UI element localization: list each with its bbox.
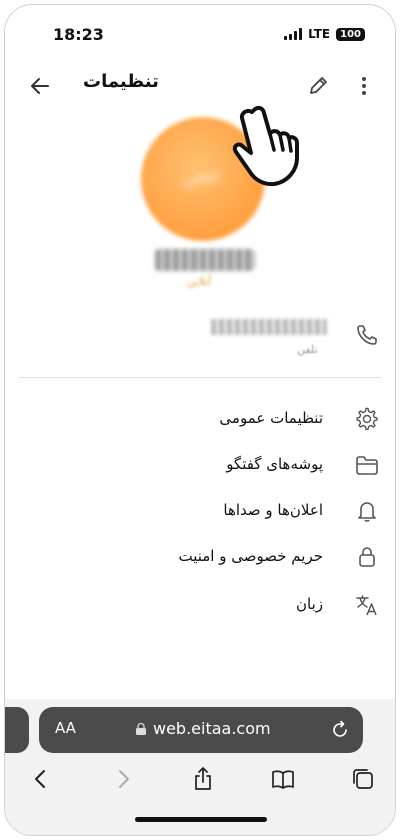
online-status: آنلاین	[187, 275, 212, 288]
pencil-icon	[310, 77, 327, 94]
phone-number-blurred	[211, 319, 327, 335]
gear-icon	[356, 407, 378, 431]
folder-icon	[356, 456, 378, 475]
menu-item-label: پوشه‌های گفتگو	[226, 455, 323, 473]
network-type: LTE	[308, 27, 331, 41]
lock-icon	[359, 547, 375, 567]
profile-name-blurred	[155, 249, 255, 271]
more-options-button[interactable]	[351, 71, 377, 101]
chevron-left-icon	[35, 770, 45, 788]
menu-item-language[interactable]: زبان	[5, 583, 395, 631]
edit-button[interactable]	[303, 71, 333, 101]
page-title: تنظیمات	[83, 71, 159, 92]
browser-toolbar	[5, 759, 395, 801]
share-icon	[195, 767, 211, 790]
url-display[interactable]: web.eitaa.com	[135, 719, 271, 738]
menu-item-notifications[interactable]: اعلان‌ها و صداها	[5, 489, 395, 537]
status-bar: 18:23 LTE 100	[5, 5, 395, 61]
arrow-left-icon	[31, 78, 49, 94]
chevron-right-icon	[119, 770, 129, 788]
battery-icon: 100	[336, 27, 365, 41]
url-bar[interactable]: AA web.eitaa.com	[39, 707, 363, 753]
divider	[19, 377, 381, 378]
menu-item-privacy-security[interactable]: حریم خصوصی و امنیت	[5, 535, 395, 583]
status-time: 18:23	[53, 25, 104, 44]
phone-label: تلفن	[297, 343, 318, 356]
back-button[interactable]	[25, 71, 55, 101]
app-header: تنظیمات	[5, 63, 395, 109]
menu-item-label: تنظیمات عمومی	[219, 409, 323, 427]
menu-item-label: زبان	[295, 595, 323, 613]
previous-tab-peek[interactable]	[5, 707, 29, 753]
browser-forward-button[interactable]	[109, 765, 137, 793]
status-indicators: LTE 100	[284, 27, 365, 41]
menu-item-chat-folders[interactable]: پوشه‌های گفتگو	[5, 443, 395, 491]
text-size-button[interactable]: AA	[55, 719, 76, 737]
translate-icon	[356, 595, 377, 616]
bookmarks-button[interactable]	[269, 765, 297, 793]
menu-item-label: اعلان‌ها و صداها	[223, 501, 323, 519]
bell-icon	[358, 502, 376, 522]
share-button[interactable]	[189, 765, 217, 793]
pointing-hand-cursor-icon	[232, 105, 299, 187]
phone-icon	[357, 325, 377, 345]
url-text: web.eitaa.com	[153, 719, 271, 738]
browser-back-button[interactable]	[27, 765, 55, 793]
book-icon	[272, 770, 294, 789]
phone-frame: 18:23 LTE 100 تنظیمات عص آنلاین تلفن تنظ…	[4, 4, 396, 836]
menu-item-label: حریم خصوصی و امنیت	[178, 547, 323, 565]
signal-icon	[284, 28, 303, 40]
browser-chrome: AA web.eitaa.com	[5, 699, 395, 835]
lock-icon	[136, 722, 146, 735]
tabs-button[interactable]	[349, 765, 377, 793]
phone-row[interactable]: تلفن	[5, 313, 395, 369]
reload-button[interactable]	[329, 719, 351, 741]
home-indicator	[135, 817, 267, 822]
tabs-icon	[353, 769, 373, 789]
reload-icon	[333, 720, 347, 737]
more-vertical-icon	[362, 77, 366, 95]
menu-item-general-settings[interactable]: تنظیمات عمومی	[5, 397, 395, 445]
